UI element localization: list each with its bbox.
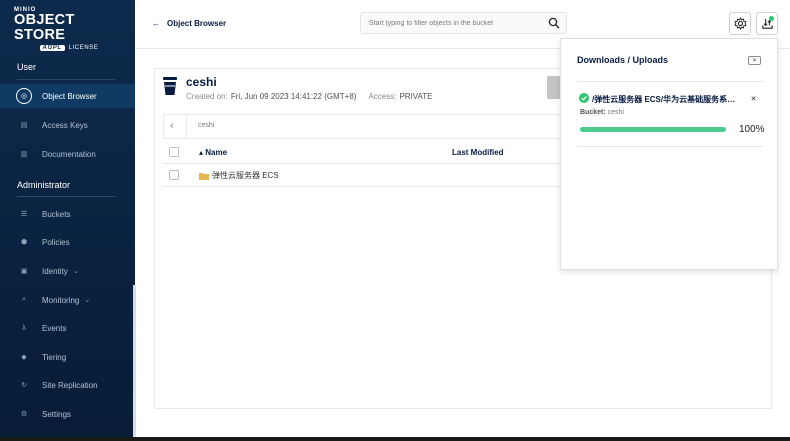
sidebar-item-object-browser[interactable]: ◎ Object Browser [0, 84, 135, 108]
replication-icon: ↻ [21, 382, 27, 389]
download-progress-fill [580, 127, 726, 132]
sidebar-item-tiering[interactable]: ◆ Tiering [0, 345, 135, 369]
access-keys-icon: ▤ [20, 122, 28, 129]
sidebar-section-user: User [17, 62, 37, 72]
sidebar-item-documentation[interactable]: ▥ Documentation [0, 142, 135, 166]
sidebar-divider [17, 79, 115, 80]
column-last-modified[interactable]: Last Modified [452, 148, 504, 157]
lambda-icon: λ [22, 324, 26, 332]
download-progress-percent: 100% [739, 124, 765, 135]
sidebar-item-label: Events [42, 323, 67, 333]
remove-download-button[interactable]: ✕ [749, 94, 758, 103]
license-label: LICENSE [68, 45, 99, 51]
download-file-name: /弹性云服务器 ECS/华为云基础服务系列... [592, 95, 738, 104]
sidebar-item-label: Site Replication [42, 380, 98, 390]
sidebar-item-buckets[interactable]: ☰ Buckets [0, 202, 135, 226]
access-label: Access: [368, 92, 397, 101]
sidebar-divider [17, 196, 115, 197]
close-icon: ✕ [751, 58, 758, 64]
breadcrumb-path[interactable]: ceshi [198, 122, 214, 129]
select-all-checkbox[interactable] [169, 147, 179, 157]
minio-logo[interactable]: MINIO OBJECT STORE AGPL LICENSE [14, 7, 124, 51]
downloads-panel: Downloads / Uploads ✕ /弹性云服务器 ECS/华为云基础服… [560, 38, 778, 270]
chevron-left-icon[interactable]: ‹ [170, 120, 174, 132]
bucket-meta: Created on: Fri, Jun 09 2023 14:41:22 (GM… [186, 92, 445, 101]
settings-button[interactable] [729, 12, 751, 35]
sidebar-item-identity[interactable]: ▣ Identity ⌄ [0, 259, 135, 283]
row-checkbox[interactable] [169, 170, 179, 180]
download-progress-bar [580, 127, 726, 132]
search-icon[interactable] [548, 17, 560, 29]
sidebar-item-label: Access Keys [42, 120, 88, 130]
downloads-title: Downloads / Uploads [577, 55, 669, 65]
sidebar-item-label: Settings [42, 409, 71, 419]
table-row[interactable]: 弹性云服务器 ECS [163, 164, 563, 187]
sidebar: MINIO OBJECT STORE AGPL LICENSE User ◎ O… [0, 0, 135, 437]
created-label: Created on: [186, 92, 228, 101]
download-bucket-value: ceshi [607, 109, 624, 116]
sidebar-item-label: Monitoring [42, 295, 80, 305]
close-panel-button[interactable]: ✕ [748, 56, 761, 65]
window-bottom-border [0, 437, 790, 441]
breadcrumb: ‹ ceshi [163, 114, 563, 139]
object-name-label: 弹性云服务器 ECS [212, 171, 279, 180]
sidebar-item-policies[interactable]: ⬢ Policies [0, 230, 135, 254]
policies-icon: ⬢ [20, 239, 28, 246]
gear-icon [733, 17, 747, 30]
logo-product: OBJECT STORE [14, 12, 75, 43]
license-badge: AGPL [39, 45, 65, 51]
object-name[interactable]: 弹性云服务器 ECS [199, 170, 279, 181]
object-browser-icon: ◎ [16, 88, 32, 104]
download-bucket: Bucket: ceshi [580, 109, 624, 116]
sidebar-item-access-keys[interactable]: ▤ Access Keys [0, 113, 135, 137]
sidebar-item-label: Tiering [42, 352, 67, 362]
downloads-button[interactable] [756, 12, 778, 35]
sidebar-item-site-replication[interactable]: ↻ Site Replication [0, 373, 135, 397]
close-icon: ✕ [750, 95, 757, 103]
sidebar-item-label: Buckets [42, 209, 71, 219]
download-bucket-label: Bucket: [580, 109, 606, 116]
folder-icon [199, 172, 209, 180]
logo-license: AGPL LICENSE [14, 45, 124, 51]
notification-dot [769, 16, 774, 21]
sidebar-item-label: Object Browser [42, 91, 97, 101]
sidebar-scrollbar[interactable] [133, 285, 136, 437]
sidebar-item-settings[interactable]: ⚙ Settings [0, 402, 135, 426]
chevron-down-icon: ⌄ [84, 297, 91, 304]
created-value: Fri, Jun 09 2023 14:41:22 (GMT+8) [230, 92, 357, 101]
sidebar-item-events[interactable]: λ Events [0, 316, 135, 340]
sidebar-item-monitoring[interactable]: ⌕ Monitoring ⌄ [0, 288, 135, 312]
sidebar-item-label: Identity [42, 266, 68, 276]
search-box [360, 12, 567, 34]
check-circle-icon [579, 93, 589, 103]
table-header: ▴ Name Last Modified [163, 141, 563, 164]
monitoring-icon: ⌕ [22, 296, 26, 303]
tiering-icon: ◆ [21, 354, 27, 361]
buckets-icon: ☰ [20, 211, 28, 218]
bucket-icon [163, 77, 177, 95]
breadcrumb-divider [186, 115, 187, 138]
sidebar-item-label: Documentation [42, 149, 96, 159]
sidebar-item-label: Policies [42, 237, 70, 247]
chevron-down-icon: ⌄ [72, 268, 79, 275]
access-value: PRIVATE [399, 92, 433, 101]
sidebar-section-administrator: Administrator [17, 180, 71, 190]
arrow-left-icon: ← [152, 19, 160, 28]
column-name[interactable]: ▴ Name [199, 148, 227, 157]
back-link[interactable]: ← Object Browser [152, 19, 226, 28]
downloads-divider [577, 146, 763, 147]
column-name-label: Name [205, 148, 228, 157]
documentation-icon: ▥ [20, 151, 28, 158]
identity-icon: ▣ [20, 268, 28, 275]
back-link-label: Object Browser [167, 19, 227, 28]
downloads-divider [577, 81, 763, 82]
search-input[interactable] [369, 19, 544, 27]
bucket-title: ceshi [186, 75, 217, 89]
settings-icon: ⚙ [20, 411, 28, 418]
